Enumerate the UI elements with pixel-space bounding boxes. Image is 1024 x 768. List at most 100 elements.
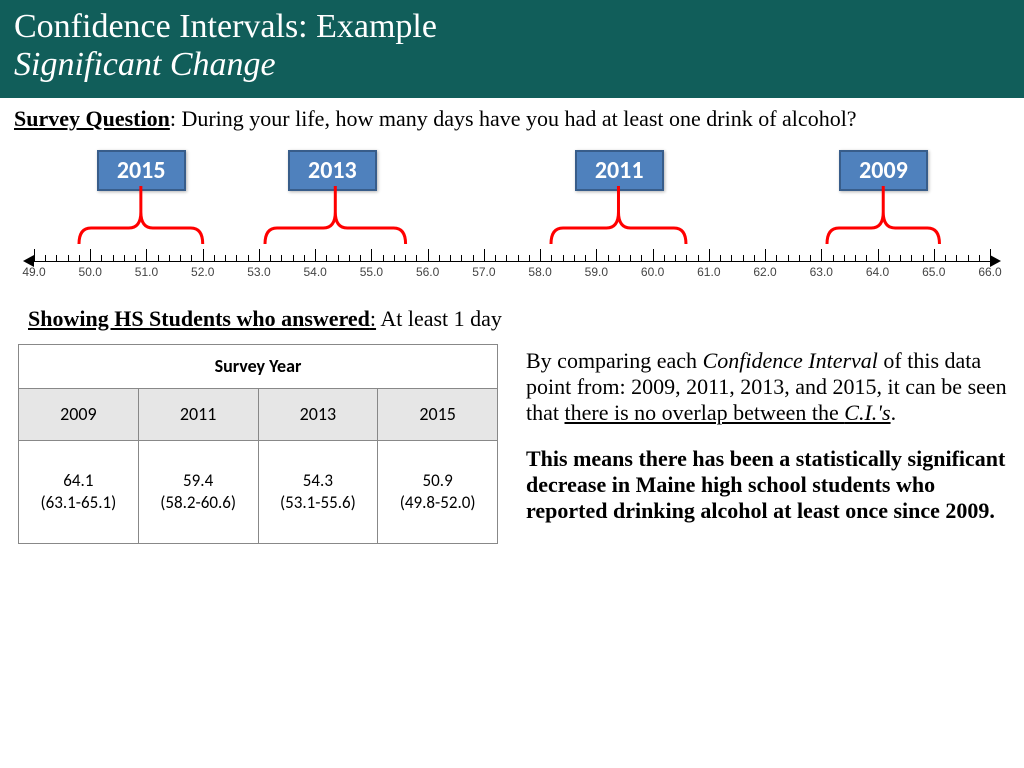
survey-question: Survey Question: During your life, how m… xyxy=(14,106,1010,132)
ruler-tick xyxy=(484,249,485,261)
ruler-line xyxy=(34,261,990,262)
ruler-subtick xyxy=(923,255,924,261)
ruler-subtick xyxy=(799,255,800,261)
ruler-tick-label: 51.0 xyxy=(135,265,158,279)
ruler-subtick xyxy=(968,255,969,261)
ruler-subtick xyxy=(495,255,496,261)
ruler-subtick xyxy=(191,255,192,261)
ruler-subtick xyxy=(675,255,676,261)
year-box-2013: 2013 xyxy=(288,150,377,191)
ruler-subtick xyxy=(810,255,811,261)
ruler-tick xyxy=(371,249,372,261)
year-box-2015: 2015 xyxy=(97,150,186,191)
showing-line: Showing HS Students who answered: At lea… xyxy=(28,306,1010,332)
ruler-tick-label: 61.0 xyxy=(697,265,720,279)
ruler-subtick xyxy=(855,255,856,261)
ci-bracket-2009 xyxy=(827,186,939,246)
ruler-subtick xyxy=(731,255,732,261)
explanation-text: By comparing each Confidence Interval of… xyxy=(526,344,1010,544)
ruler-subtick xyxy=(743,255,744,261)
ruler-tick xyxy=(990,249,991,261)
ruler-subtick xyxy=(506,255,507,261)
ruler-tick-label: 64.0 xyxy=(866,265,889,279)
ruler-subtick xyxy=(585,255,586,261)
ruler-tick xyxy=(934,249,935,261)
explanation-paragraph-2: This means there has been a statisticall… xyxy=(526,446,1010,524)
ruler-tick xyxy=(34,249,35,261)
table-year-cell: 2013 xyxy=(258,388,378,440)
ruler-subtick xyxy=(79,255,80,261)
table-year-cell: 2011 xyxy=(138,388,258,440)
ruler-tick-label: 50.0 xyxy=(79,265,102,279)
ruler-tick-label: 66.0 xyxy=(978,265,1001,279)
ci-bracket-2011 xyxy=(551,186,686,246)
ruler-tick xyxy=(878,249,879,261)
ruler-subtick xyxy=(439,255,440,261)
slide-title: Confidence Intervals: Example xyxy=(14,8,1010,46)
showing-text: At least 1 day xyxy=(376,306,502,331)
year-box-2009: 2009 xyxy=(839,150,928,191)
ruler-tick-label: 60.0 xyxy=(641,265,664,279)
ruler-subtick xyxy=(293,255,294,261)
ruler-subtick xyxy=(664,255,665,261)
lower-section: Survey Year 2009201120132015 64.1(63.1-6… xyxy=(14,344,1010,544)
ruler-tick-label: 53.0 xyxy=(247,265,270,279)
ruler-tick-label: 57.0 xyxy=(472,265,495,279)
ruler-subtick xyxy=(225,255,226,261)
slide-subtitle: Significant Change xyxy=(14,46,1010,84)
ruler-subtick xyxy=(630,255,631,261)
ruler-subtick xyxy=(698,255,699,261)
ruler-subtick xyxy=(326,255,327,261)
ruler-tick xyxy=(203,249,204,261)
ruler-subtick xyxy=(383,255,384,261)
ruler-tick xyxy=(146,249,147,261)
ruler-tick xyxy=(428,249,429,261)
ruler-subtick xyxy=(911,255,912,261)
table-data-cell: 50.9(49.8-52.0) xyxy=(378,440,498,543)
ruler-subtick xyxy=(956,255,957,261)
ruler-subtick xyxy=(945,255,946,261)
ruler-subtick xyxy=(416,255,417,261)
ruler-subtick xyxy=(405,255,406,261)
ruler-subtick xyxy=(349,255,350,261)
data-table: Survey Year 2009201120132015 64.1(63.1-6… xyxy=(18,344,498,544)
table-header: Survey Year xyxy=(19,345,498,389)
ruler-tick xyxy=(709,249,710,261)
ruler-subtick xyxy=(551,255,552,261)
ruler-tick-label: 54.0 xyxy=(303,265,326,279)
ruler-tick xyxy=(765,249,766,261)
table-data-cell: 59.4(58.2-60.6) xyxy=(138,440,258,543)
ruler-subtick xyxy=(338,255,339,261)
ruler-subtick xyxy=(776,255,777,261)
ruler-tick-label: 55.0 xyxy=(360,265,383,279)
ruler-subtick xyxy=(248,255,249,261)
ruler-tick-label: 56.0 xyxy=(416,265,439,279)
ruler-subtick xyxy=(641,255,642,261)
ruler-subtick xyxy=(304,255,305,261)
explanation-paragraph-1: By comparing each Confidence Interval of… xyxy=(526,348,1010,426)
ruler-tick-label: 58.0 xyxy=(528,265,551,279)
ruler-subtick xyxy=(450,255,451,261)
ruler-subtick xyxy=(124,255,125,261)
ruler-tick-label: 62.0 xyxy=(753,265,776,279)
survey-question-label: Survey Question xyxy=(14,106,170,131)
ruler-axis: 49.050.051.052.053.054.055.056.057.058.0… xyxy=(24,245,1000,295)
survey-question-text: : During your life, how many days have y… xyxy=(170,106,857,131)
ruler-tick xyxy=(90,249,91,261)
ruler-subtick xyxy=(158,255,159,261)
ruler-subtick xyxy=(45,255,46,261)
slide-header: Confidence Intervals: Example Significan… xyxy=(0,0,1024,98)
ruler-subtick xyxy=(686,255,687,261)
ruler-subtick xyxy=(281,255,282,261)
ruler-subtick xyxy=(608,255,609,261)
year-box-2011: 2011 xyxy=(575,150,664,191)
ruler-subtick xyxy=(720,255,721,261)
ruler-subtick xyxy=(360,255,361,261)
ruler-subtick xyxy=(563,255,564,261)
ruler-subtick xyxy=(979,255,980,261)
ci-bracket-2013 xyxy=(265,186,406,246)
ruler-subtick xyxy=(56,255,57,261)
ruler-subtick xyxy=(619,255,620,261)
ruler-subtick xyxy=(754,255,755,261)
table-data-cell: 54.3(53.1-55.6) xyxy=(258,440,378,543)
